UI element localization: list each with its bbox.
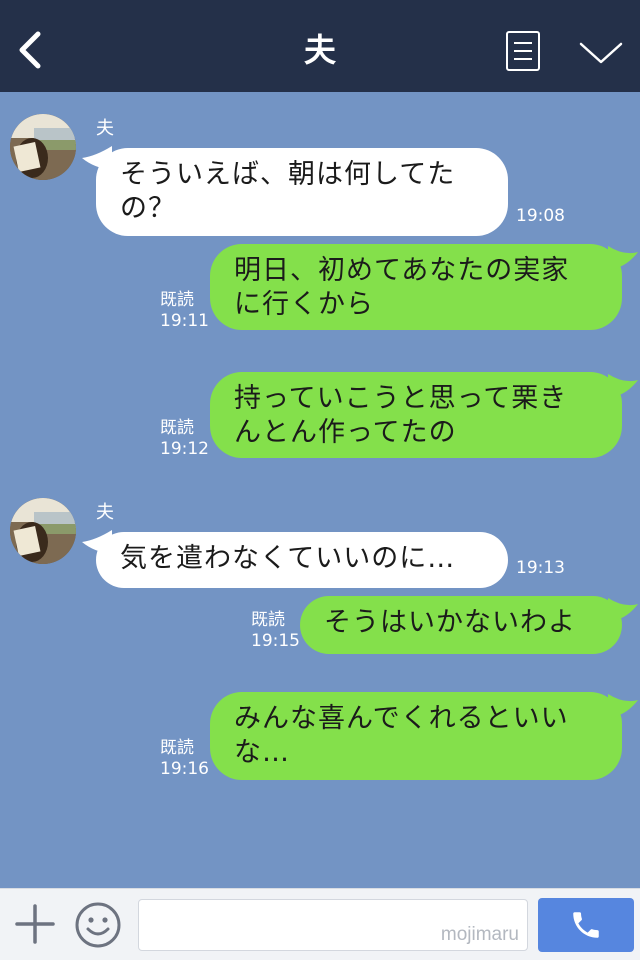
message-bubble[interactable]: そういえば、朝は何してた の？	[96, 148, 508, 236]
message-bubble[interactable]: 気を遣わなくていいのに…	[96, 532, 508, 588]
message-time: 19:11	[160, 311, 209, 331]
bubble-tail	[608, 694, 638, 718]
message-bubble[interactable]: そうはいかないわよ	[300, 596, 622, 654]
read-status: 既読	[160, 418, 194, 438]
message-line: な…	[234, 737, 290, 768]
message-line: そういえば、朝は何してた	[120, 159, 456, 190]
read-status: 既読	[160, 738, 194, 758]
bubble-tail	[608, 374, 638, 398]
message-time: 19:16	[160, 759, 209, 779]
bubble-tail	[608, 246, 638, 270]
message-time: 19:13	[516, 558, 565, 578]
message-list[interactable]: 夫 そういえば、朝は何してた の？ 19:08 既読 19:11 明日、初めてあ…	[0, 92, 640, 888]
call-button[interactable]	[538, 898, 634, 952]
avatar-photo-icon	[10, 114, 76, 180]
avatar[interactable]	[10, 114, 76, 180]
avatar-photo-icon	[10, 498, 76, 564]
message-input[interactable]: mojimaru	[138, 899, 528, 951]
list-menu-icon[interactable]	[506, 31, 540, 71]
watermark: mojimaru	[440, 924, 519, 945]
message-line: みんな喜んでくれるといい	[234, 703, 569, 734]
message-bubble[interactable]: 明日、初めてあなたの実家 に行くから	[210, 244, 622, 330]
message-line: 明日、初めてあなたの実家	[234, 255, 570, 286]
sender-name: 夫	[96, 118, 114, 139]
message-time: 19:12	[160, 439, 209, 459]
read-status: 既読	[251, 610, 285, 630]
chat-header: 夫	[0, 0, 640, 92]
sender-name: 夫	[96, 502, 114, 523]
smiley-icon[interactable]	[74, 901, 122, 949]
avatar[interactable]	[10, 498, 76, 564]
message-line: そうはいかないわよ	[324, 607, 576, 638]
message-line: の？	[120, 193, 176, 224]
message-line: に行くから	[234, 289, 374, 320]
phone-icon	[573, 912, 599, 938]
message-composer: mojimaru	[0, 888, 640, 960]
message-line: んとん作ってたの	[234, 417, 457, 448]
message-bubble[interactable]: 持っていこうと思って栗き んとん作ってたの	[210, 372, 622, 458]
message-line: 気を遣わなくていいのに…	[120, 543, 456, 574]
read-status: 既読	[160, 290, 194, 310]
chat-title: 夫	[303, 31, 336, 69]
message-bubble[interactable]: みんな喜んでくれるといい な…	[210, 692, 622, 780]
message-line: 持っていこうと思って栗き	[234, 383, 568, 414]
bubble-tail	[608, 598, 638, 622]
chevron-down-icon[interactable]	[578, 38, 624, 68]
plus-icon[interactable]	[14, 903, 56, 945]
message-time: 19:15	[251, 631, 300, 651]
message-time: 19:08	[516, 206, 565, 226]
